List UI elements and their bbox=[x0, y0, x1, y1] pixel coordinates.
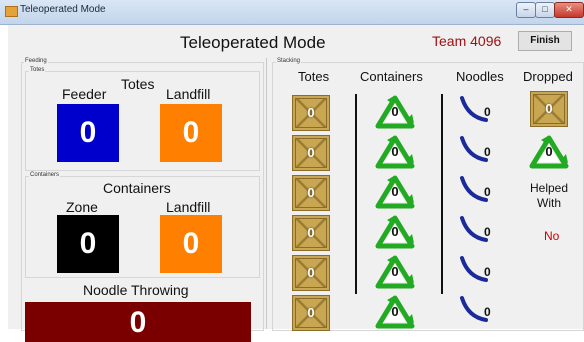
stack-container-count: 0 bbox=[391, 104, 399, 119]
stack-tote-count: 0 bbox=[307, 105, 315, 120]
stacking-dropped-header: Dropped bbox=[523, 69, 573, 84]
totes-heading: Totes bbox=[121, 76, 155, 92]
pool-noodle-icon bbox=[460, 216, 488, 242]
stack-noodle-count: 0 bbox=[484, 265, 491, 279]
containers-subgroup-label: Containers bbox=[29, 172, 61, 178]
pool-noodle-icon bbox=[460, 136, 488, 162]
stack-noodle-button[interactable]: 0 bbox=[458, 135, 502, 165]
stack-noodle-count: 0 bbox=[484, 185, 491, 199]
stack-tote-count: 0 bbox=[307, 305, 315, 320]
stack-tote-count: 0 bbox=[307, 185, 315, 200]
stack-noodle-button[interactable]: 0 bbox=[458, 255, 502, 285]
team-label: Team 4096 bbox=[432, 33, 502, 49]
helped-with-label: Helped With bbox=[529, 181, 569, 210]
stacking-totes-header: Totes bbox=[298, 69, 330, 84]
pool-noodle-icon bbox=[460, 296, 488, 322]
stack-tote-button[interactable]: 0 bbox=[292, 135, 330, 171]
column-separator bbox=[441, 94, 443, 294]
helped-with-value[interactable]: No bbox=[544, 229, 559, 243]
landfill-containers-counter[interactable]: 0 bbox=[160, 215, 222, 273]
zone-label: Zone bbox=[66, 199, 98, 215]
stack-noodle-button[interactable]: 0 bbox=[458, 175, 502, 205]
stack-container-count: 0 bbox=[391, 184, 399, 199]
stack-noodle-button[interactable]: 0 bbox=[458, 215, 502, 245]
stacking-noodles-header: Noodles bbox=[456, 69, 504, 84]
close-button[interactable]: ✕ bbox=[554, 2, 584, 18]
feeder-label: Feeder bbox=[62, 86, 107, 102]
landfill-containers-label: Landfill bbox=[166, 199, 211, 215]
noodle-throwing-counter[interactable]: 0 bbox=[25, 302, 251, 342]
stack-tote-count: 0 bbox=[307, 145, 315, 160]
page-title: Teleoperated Mode bbox=[180, 33, 326, 52]
column-separator bbox=[355, 94, 357, 294]
feeder-counter[interactable]: 0 bbox=[57, 104, 119, 162]
landfill-totes-label: Landfill bbox=[166, 86, 211, 102]
stacking-group-label: Stacking bbox=[276, 58, 302, 64]
section-divider bbox=[266, 58, 267, 329]
stack-container-count: 0 bbox=[391, 264, 399, 279]
stack-container-button[interactable]: 0 bbox=[374, 254, 416, 290]
stack-tote-button[interactable]: 0 bbox=[292, 95, 330, 131]
dropped-tote-button[interactable]: 0 bbox=[530, 91, 568, 127]
stack-container-button[interactable]: 0 bbox=[374, 214, 416, 250]
stack-tote-button[interactable]: 0 bbox=[292, 215, 330, 251]
window-title: Teleoperated Mode bbox=[20, 4, 106, 15]
stack-container-button[interactable]: 0 bbox=[374, 94, 416, 130]
stacking-containers-header: Containers bbox=[360, 69, 423, 84]
stack-container-count: 0 bbox=[391, 304, 399, 319]
stack-noodle-count: 0 bbox=[484, 305, 491, 319]
landfill-totes-counter[interactable]: 0 bbox=[160, 104, 222, 162]
stack-tote-button[interactable]: 0 bbox=[292, 295, 330, 331]
stack-container-button[interactable]: 0 bbox=[374, 294, 416, 330]
pool-noodle-icon bbox=[460, 96, 488, 122]
stack-tote-button[interactable]: 0 bbox=[292, 175, 330, 211]
stack-container-button[interactable]: 0 bbox=[374, 174, 416, 210]
maximize-button[interactable]: □ bbox=[535, 2, 555, 18]
containers-heading: Containers bbox=[103, 180, 171, 196]
stack-tote-count: 0 bbox=[307, 265, 315, 280]
app-icon bbox=[5, 6, 18, 17]
stack-noodle-count: 0 bbox=[484, 105, 491, 119]
stack-container-count: 0 bbox=[391, 144, 399, 159]
pool-noodle-icon bbox=[460, 176, 488, 202]
stack-container-count: 0 bbox=[391, 224, 399, 239]
dropped-container-button[interactable]: 0 bbox=[528, 134, 570, 170]
stack-tote-count: 0 bbox=[307, 225, 315, 240]
dropped-tote-count: 0 bbox=[545, 101, 553, 116]
stack-noodle-button[interactable]: 0 bbox=[458, 295, 502, 325]
stack-noodle-count: 0 bbox=[484, 145, 491, 159]
feeding-group-label: Feeding bbox=[24, 58, 48, 64]
finish-button[interactable]: Finish bbox=[518, 31, 572, 51]
stack-tote-button[interactable]: 0 bbox=[292, 255, 330, 291]
pool-noodle-icon bbox=[460, 256, 488, 282]
zone-counter[interactable]: 0 bbox=[57, 215, 119, 273]
noodle-throwing-heading: Noodle Throwing bbox=[83, 282, 189, 298]
dropped-container-count: 0 bbox=[545, 144, 553, 159]
stack-container-button[interactable]: 0 bbox=[374, 134, 416, 170]
stack-noodle-button[interactable]: 0 bbox=[458, 95, 502, 125]
window-titlebar: Teleoperated Mode – □ ✕ bbox=[0, 0, 584, 25]
stack-noodle-count: 0 bbox=[484, 225, 491, 239]
minimize-button[interactable]: – bbox=[516, 2, 536, 18]
totes-subgroup-label: Totes bbox=[29, 67, 46, 73]
